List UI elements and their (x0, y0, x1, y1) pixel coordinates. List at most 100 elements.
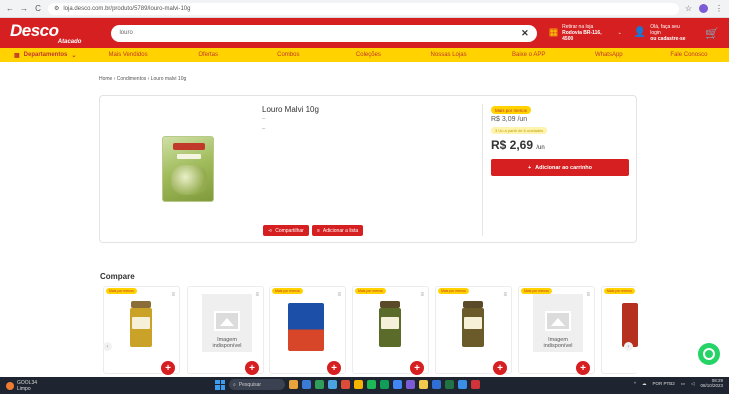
list-icon[interactable]: ≡ (503, 292, 507, 298)
share-button[interactable]: ⋖ Compartilhar (263, 225, 309, 236)
cloud-icon[interactable]: ☁ (642, 381, 647, 387)
add-item-button[interactable]: + (576, 361, 590, 375)
departments-label: Departamentos (23, 52, 68, 58)
search-icon: ⌕ (233, 381, 236, 388)
clear-search-icon[interactable]: ✕ (521, 28, 529, 39)
departments-button[interactable]: ▦ Departamentos ⌄ (0, 52, 88, 59)
pdf-icon[interactable] (471, 380, 480, 389)
compare-heading: Compare (100, 272, 135, 281)
store-icon: ▦ (548, 27, 559, 38)
menu-item-nossas-lojas[interactable]: Nossas Lojas (409, 52, 489, 58)
app-icon[interactable] (341, 380, 350, 389)
add-item-button[interactable]: + (493, 361, 507, 375)
app-icon[interactable] (302, 380, 311, 389)
carousel-next-icon[interactable]: › (624, 342, 633, 351)
compare-item[interactable]: Mais por menos ≡ + (269, 286, 346, 375)
compare-item[interactable]: Mais por menos (601, 286, 638, 374)
speaker-icon[interactable]: ◁ (691, 381, 694, 387)
chevron-up-icon[interactable]: ^ (634, 381, 636, 386)
add-item-button[interactable]: + (161, 361, 175, 375)
compare-item[interactable]: Mais por menos ≡ + (435, 286, 512, 375)
app-icon[interactable] (367, 380, 376, 389)
whatsapp-float-button[interactable] (698, 343, 720, 365)
main-menu: ▦ Departamentos ⌄ Mais Vendidos Ofertas … (0, 48, 729, 62)
plus-icon: + (527, 164, 532, 171)
app-icon[interactable] (289, 380, 298, 389)
logo-brand: Desco (10, 20, 59, 40)
price-unit: /un (536, 145, 545, 151)
app-icon[interactable] (315, 380, 324, 389)
tier-price-note: 3 Un a partir de 6 unidades (491, 127, 548, 134)
app-icon[interactable] (432, 380, 441, 389)
product-card: Louro Malvi 10g – – Mais por menos R$ 3,… (99, 95, 637, 243)
clock[interactable]: 08:29 08/10/2023 (700, 378, 723, 389)
site-info-icon[interactable]: ⚙ (54, 5, 59, 12)
product-image[interactable] (162, 136, 214, 202)
image-placeholder-icon (545, 310, 571, 331)
store-value: Rodovia BR-116, 4500 (562, 30, 602, 42)
desco-logo[interactable]: Desco Atacado (10, 21, 87, 45)
carousel-prev-icon[interactable]: ‹ (103, 342, 112, 351)
search-input[interactable]: louro ✕ (111, 24, 537, 42)
address-bar[interactable]: ⚙ loja.desco.com.br/produto/5789/louro-m… (48, 2, 679, 15)
app-icon[interactable] (354, 380, 363, 389)
breadcrumb[interactable]: Home › Condimentos › Louro malvi 10g (99, 76, 186, 82)
windows-start-icon[interactable] (215, 379, 225, 390)
menu-item-baixe-app[interactable]: Baixe o APP (489, 52, 569, 58)
cart-icon[interactable]: 🛒 (705, 27, 719, 40)
menu-item-ofertas[interactable]: Ofertas (168, 52, 248, 58)
store-selector[interactable]: ▦ Retirar na loja Rodovia BR-116, 4500 ⌄ (549, 24, 622, 42)
chrome-icon[interactable] (393, 380, 402, 389)
product-jar-image (622, 301, 638, 347)
reload-icon[interactable]: C (34, 4, 42, 13)
add-to-cart-button[interactable]: + Adicionar ao carrinho (491, 159, 629, 176)
network-icon[interactable]: ▭ (681, 381, 685, 387)
list-icon[interactable]: ≡ (337, 292, 341, 298)
user-icon: 👤 (633, 27, 647, 38)
weather-icon (6, 381, 14, 390)
login-link[interactable]: 👤 Olá, faça seu login ou cadastre-se (634, 24, 691, 42)
product-title: Louro Malvi 10g (262, 105, 319, 114)
list-icon[interactable]: ≡ (420, 292, 424, 298)
compare-item[interactable]: Mais por menos ≡ Imagem indisponível + (518, 286, 595, 375)
image-placeholder-icon (214, 310, 240, 331)
product-brand-label (173, 143, 205, 150)
weather-temp: GOOL34 (17, 379, 38, 386)
list-icon[interactable]: ≡ (255, 292, 259, 298)
profile-avatar[interactable] (699, 4, 708, 13)
add-item-button[interactable]: + (327, 361, 341, 375)
image-unavailable-placeholder: Imagem indisponível (533, 294, 583, 352)
menu-item-fale-conosco[interactable]: Fale Conosco (649, 52, 729, 58)
clock-date: 08/10/2023 (700, 382, 723, 388)
folder-icon[interactable] (419, 380, 428, 389)
add-item-button[interactable]: + (410, 361, 424, 375)
add-to-cart-label: Adicionar ao carrinho (535, 164, 593, 171)
app-icon[interactable] (406, 380, 415, 389)
bookmark-star-icon[interactable]: ☆ (685, 4, 692, 13)
menu-item-combos[interactable]: Combos (248, 52, 328, 58)
compare-item[interactable]: Mais por menos ≡ + (103, 286, 180, 375)
whatsapp-icon (703, 348, 715, 360)
menu-item-colecoes[interactable]: Coleções (328, 52, 408, 58)
share-label: Compartilhar (275, 227, 304, 234)
language-indicator[interactable]: POR PTB2 (652, 381, 674, 386)
product-name-label (177, 154, 201, 159)
weather-widget[interactable]: GOOL34 Limpo (6, 380, 126, 392)
list-icon[interactable]: ≡ (586, 292, 590, 298)
taskbar-search[interactable]: ⌕ Pesquisar (229, 379, 285, 390)
compare-item[interactable]: ≡ Imagem indisponível + (187, 286, 264, 375)
forward-icon[interactable]: → (20, 4, 28, 13)
windows-taskbar: GOOL34 Limpo ⌕ Pesquisar ^ ☁ POR PTB2 ▭ … (0, 377, 729, 394)
add-to-list-button[interactable]: ≡ Adicionar a lista (312, 225, 364, 236)
list-icon[interactable]: ≡ (171, 292, 175, 298)
app-icon[interactable] (380, 380, 389, 389)
menu-item-whatsapp[interactable]: WhatsApp (569, 52, 649, 58)
excel-icon[interactable] (445, 380, 454, 389)
app-icon[interactable] (328, 380, 337, 389)
menu-item-mais-vendidos[interactable]: Mais Vendidos (88, 52, 168, 58)
browser-menu-icon[interactable]: ⋮ (715, 4, 723, 13)
back-icon[interactable]: ← (6, 4, 14, 13)
app-icon[interactable] (458, 380, 467, 389)
add-item-button[interactable]: + (245, 361, 259, 375)
compare-item[interactable]: Mais por menos ≡ + (352, 286, 429, 375)
